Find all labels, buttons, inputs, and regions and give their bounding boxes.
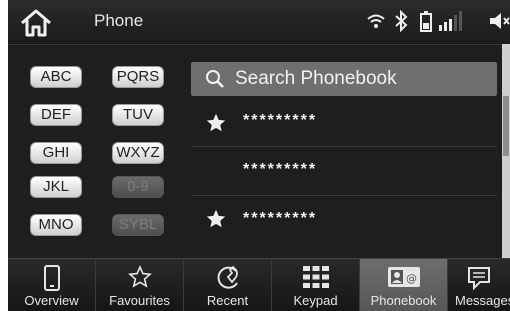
tab-favourites[interactable]: Favourites — [96, 259, 184, 311]
message-icon — [468, 267, 490, 291]
tab-messages[interactable]: Messages — [448, 259, 510, 311]
home-button[interactable] — [18, 8, 58, 38]
signal-strength-icon — [439, 11, 462, 31]
contact-name: ********* — [243, 112, 318, 129]
letter-button-def[interactable]: DEF — [30, 104, 82, 126]
keypad-icon — [302, 266, 329, 288]
letter-button-wxyz[interactable]: WXYZ — [112, 142, 164, 164]
tab-label: Favourites — [109, 293, 170, 308]
contact-row[interactable]: ********* — [191, 98, 497, 147]
letter-button-numbers: 0-9 — [112, 176, 164, 198]
mute-icon[interactable] — [488, 10, 510, 32]
search-phonebook-button[interactable]: Search Phonebook — [191, 62, 497, 96]
tab-keypad[interactable]: Keypad — [272, 259, 360, 311]
tab-recent[interactable]: Recent — [184, 259, 272, 311]
tab-label: Recent — [206, 293, 249, 308]
phonebook-icon: @ — [387, 267, 420, 287]
tab-bar: Overview Favourites Recent Keypad @ Phon… — [8, 258, 510, 311]
letter-button-ghi[interactable]: GHI — [30, 142, 82, 164]
tab-label: Overview — [24, 293, 79, 308]
battery-icon — [420, 11, 432, 32]
tab-overview[interactable]: Overview — [8, 259, 96, 311]
phone-icon — [43, 265, 60, 291]
search-label: Search Phonebook — [235, 68, 397, 89]
wifi-icon — [367, 14, 385, 28]
phone-screen: Phone ABC PQRS DEF TUV GHI WXYZ JKL 0-9 … — [8, 0, 510, 311]
search-icon — [206, 70, 224, 88]
letter-button-abc[interactable]: ABC — [30, 66, 82, 88]
bluetooth-icon — [395, 10, 408, 32]
tab-label: Messages — [455, 293, 510, 308]
favorite-star-icon — [206, 113, 226, 132]
contact-name: ********* — [243, 161, 318, 178]
letter-button-mno[interactable]: MNO — [30, 214, 82, 236]
letter-button-pqrs[interactable]: PQRS — [112, 66, 164, 88]
tab-phonebook[interactable]: @ Phonebook — [360, 259, 448, 311]
star-icon — [127, 265, 152, 288]
letter-button-tuv[interactable]: TUV — [112, 104, 164, 126]
scroll-thumb[interactable] — [503, 96, 509, 156]
letter-index-panel: ABC PQRS DEF TUV GHI WXYZ JKL 0-9 MNO SY… — [8, 44, 190, 258]
screen-title: Phone — [94, 11, 144, 30]
svg-text:@: @ — [406, 272, 417, 285]
status-bar: Phone — [8, 0, 510, 45]
letter-button-symbols: SYBL — [112, 214, 164, 236]
tab-label: Phonebook — [370, 293, 437, 308]
favorite-star-icon — [206, 209, 226, 228]
contact-name: ********* — [243, 210, 318, 227]
home-icon — [21, 9, 51, 37]
letter-button-jkl[interactable]: JKL — [30, 176, 82, 198]
recent-calls-icon — [217, 265, 238, 289]
tab-label: Keypad — [293, 293, 338, 308]
contact-row[interactable]: ********* — [191, 196, 497, 244]
contact-row[interactable]: ********* — [191, 147, 497, 196]
scrollbar[interactable] — [502, 44, 510, 258]
